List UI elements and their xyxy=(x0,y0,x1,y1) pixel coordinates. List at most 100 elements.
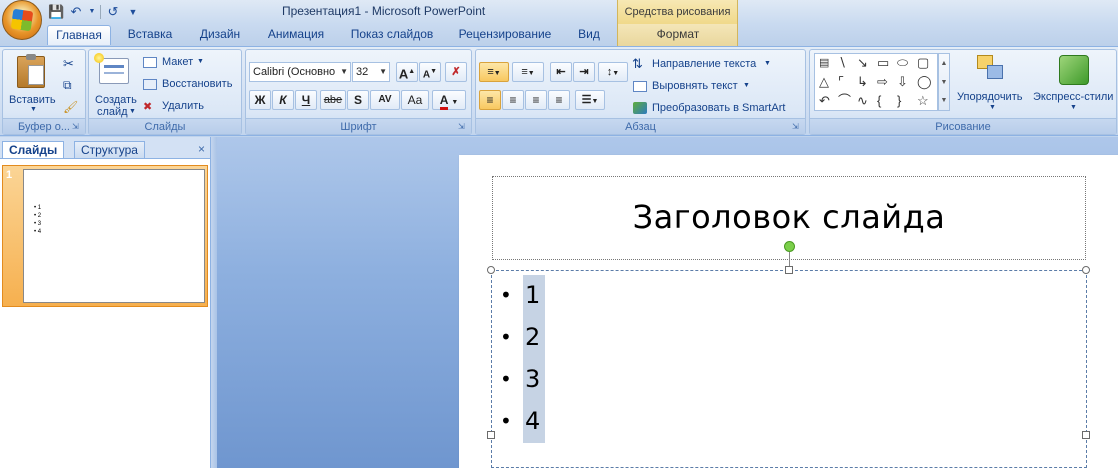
textbox-shape-icon[interactable]: ▤ xyxy=(819,56,829,70)
flowchart-shape-icon[interactable]: ◯ xyxy=(917,75,932,89)
chevron-down-icon[interactable]: ▼ xyxy=(764,60,771,67)
character-spacing-button[interactable]: AV xyxy=(370,90,400,110)
resize-handle-top-left[interactable] xyxy=(487,266,495,274)
tab-review[interactable]: Рецензирование xyxy=(452,25,558,45)
cut-icon[interactable]: ✂ xyxy=(63,56,74,72)
rectangle-shape-icon[interactable]: ▭ xyxy=(877,56,889,70)
tab-view[interactable]: Вид xyxy=(570,25,608,45)
bullet-text[interactable]: 3 xyxy=(523,359,545,401)
font-color-button[interactable]: A ▼ xyxy=(432,90,466,110)
arrow-line-shape-icon[interactable]: ↘ xyxy=(857,56,868,70)
close-icon[interactable]: × xyxy=(198,142,205,156)
line-spacing-button[interactable]: ↕▼ xyxy=(598,62,628,82)
elbow-arrow-icon[interactable]: ↳ xyxy=(857,75,868,89)
scroll-down-icon[interactable]: ▼ xyxy=(939,73,949,92)
rotate-handle[interactable] xyxy=(784,241,795,252)
slide-thumbnail-selected[interactable]: 1 • 1 • 2 • 3 • 4 xyxy=(2,165,208,307)
italic-button[interactable]: К xyxy=(272,90,294,110)
align-center-button[interactable]: ≡ xyxy=(502,90,524,110)
tab-design[interactable]: Дизайн xyxy=(192,25,248,45)
increase-indent-button[interactable]: ⇥ xyxy=(573,62,595,82)
slide-title[interactable]: Заголовок слайда xyxy=(492,198,1086,236)
office-button[interactable] xyxy=(2,0,42,40)
smartart-button[interactable]: Преобразовать в SmartArt xyxy=(652,102,785,114)
shrink-font-button[interactable]: A▼ xyxy=(419,62,441,82)
redo-icon[interactable]: ↺ xyxy=(105,4,121,20)
freeform-shape-icon[interactable]: ∿ xyxy=(857,94,868,108)
right-brace-icon[interactable]: } xyxy=(897,94,901,108)
paragraph-launcher-icon[interactable]: ⇲ xyxy=(792,122,802,132)
bullet-text[interactable]: 2 xyxy=(523,317,545,359)
arc-shape-icon[interactable]: ⌒ xyxy=(838,94,851,108)
undo-icon[interactable]: ↶ xyxy=(68,4,84,20)
text-direction-button[interactable]: Направление текста xyxy=(652,58,756,70)
line-shape-icon[interactable]: ∖ xyxy=(838,56,846,70)
resize-handle-right[interactable] xyxy=(1082,431,1090,439)
down-arrow-shape-icon[interactable]: ⇩ xyxy=(897,75,908,89)
align-left-button[interactable]: ≡ xyxy=(479,90,501,110)
gallery-more-icon[interactable]: ▼ xyxy=(939,92,949,110)
undo-dropdown-icon[interactable]: ▼ xyxy=(88,4,96,20)
change-case-button[interactable]: Aa xyxy=(401,90,429,110)
paste-button[interactable]: Вставить xyxy=(9,94,56,106)
bullets-button[interactable]: ≡▼ xyxy=(479,62,509,82)
paste-icon[interactable] xyxy=(17,54,45,88)
tab-insert[interactable]: Вставка xyxy=(122,25,178,45)
strikethrough-button[interactable]: abe xyxy=(320,90,346,110)
triangle-shape-icon[interactable]: △ xyxy=(819,75,829,89)
shapes-gallery[interactable]: ▤ ∖ ↘ ▭ ⬭ ▢ △ ⌜ ↳ ⇨ ⇩ ◯ ↶ ⌒ ∿ { } ☆ xyxy=(814,53,938,111)
bullet-text[interactable]: 4 xyxy=(523,401,545,443)
body-placeholder[interactable] xyxy=(491,270,1087,468)
clear-formatting-button[interactable]: ✗ xyxy=(445,62,467,82)
align-right-button[interactable]: ≡ xyxy=(525,90,547,110)
elbow-connector-icon[interactable]: ⌜ xyxy=(838,75,844,89)
scroll-up-icon[interactable]: ▲ xyxy=(939,54,949,73)
customize-icon[interactable]: ▼ xyxy=(125,4,141,20)
tab-slides[interactable]: Слайды xyxy=(2,141,65,159)
bullet-text[interactable]: 1 xyxy=(523,275,545,317)
slide-thumbnail[interactable]: • 1 • 2 • 3 • 4 xyxy=(23,169,205,303)
save-icon[interactable]: 💾 xyxy=(48,4,64,20)
copy-icon[interactable]: ⧉ xyxy=(63,78,72,93)
layout-dropdown-icon[interactable]: ▼ xyxy=(197,58,204,65)
tab-format[interactable]: Формат xyxy=(640,25,716,45)
layout-button[interactable]: Макет xyxy=(162,56,193,68)
oval-shape-icon[interactable]: ⬭ xyxy=(897,56,908,70)
chevron-down-icon[interactable]: ▼ xyxy=(1070,104,1077,111)
align-text-button[interactable]: Выровнять текст xyxy=(652,80,738,92)
arrange-icon[interactable] xyxy=(977,55,1007,85)
format-painter-icon[interactable]: 🖌 xyxy=(63,100,78,114)
clipboard-launcher-icon[interactable]: ⇲ xyxy=(72,122,82,132)
paste-dropdown-icon[interactable]: ▼ xyxy=(30,106,37,113)
star-shape-icon[interactable]: ☆ xyxy=(917,94,929,108)
bold-button[interactable]: Ж xyxy=(249,90,271,110)
font-name-combo[interactable]: Calibri (Основно ▼ xyxy=(249,62,351,82)
tab-animation[interactable]: Анимация xyxy=(260,25,332,45)
grow-font-button[interactable]: A▲ xyxy=(396,62,418,82)
tab-home[interactable]: Главная xyxy=(47,25,111,45)
shadow-button[interactable]: S xyxy=(347,90,369,110)
resize-handle-left[interactable] xyxy=(487,431,495,439)
justify-button[interactable]: ≡ xyxy=(548,90,570,110)
chevron-down-icon[interactable]: ▼ xyxy=(743,82,750,89)
font-launcher-icon[interactable]: ⇲ xyxy=(458,122,468,132)
curve-shape-icon[interactable]: ↶ xyxy=(819,94,830,108)
resize-handle-top[interactable] xyxy=(785,266,793,274)
chevron-down-icon[interactable]: ▼ xyxy=(989,104,996,111)
new-slide-label-1[interactable]: Создать xyxy=(95,94,137,106)
right-arrow-shape-icon[interactable]: ⇨ xyxy=(877,75,888,89)
font-size-combo[interactable]: 32 ▼ xyxy=(352,62,390,82)
quick-styles-button[interactable]: Экспресс-стили xyxy=(1033,91,1113,103)
left-brace-icon[interactable]: { xyxy=(877,94,881,108)
numbering-button[interactable]: ≡▼ xyxy=(512,62,544,82)
resize-handle-top-right[interactable] xyxy=(1082,266,1090,274)
underline-button[interactable]: Ч xyxy=(295,90,317,110)
rounded-rect-shape-icon[interactable]: ▢ xyxy=(917,56,929,70)
new-slide-label-2[interactable]: слайд xyxy=(97,106,128,118)
tab-slideshow[interactable]: Показ слайдов xyxy=(344,25,440,45)
decrease-indent-button[interactable]: ⇤ xyxy=(550,62,572,82)
new-slide-dropdown-icon[interactable]: ▼ xyxy=(129,108,136,115)
new-slide-icon[interactable] xyxy=(94,53,129,84)
quick-styles-icon[interactable] xyxy=(1059,55,1089,85)
reset-button[interactable]: Восстановить xyxy=(162,78,232,90)
